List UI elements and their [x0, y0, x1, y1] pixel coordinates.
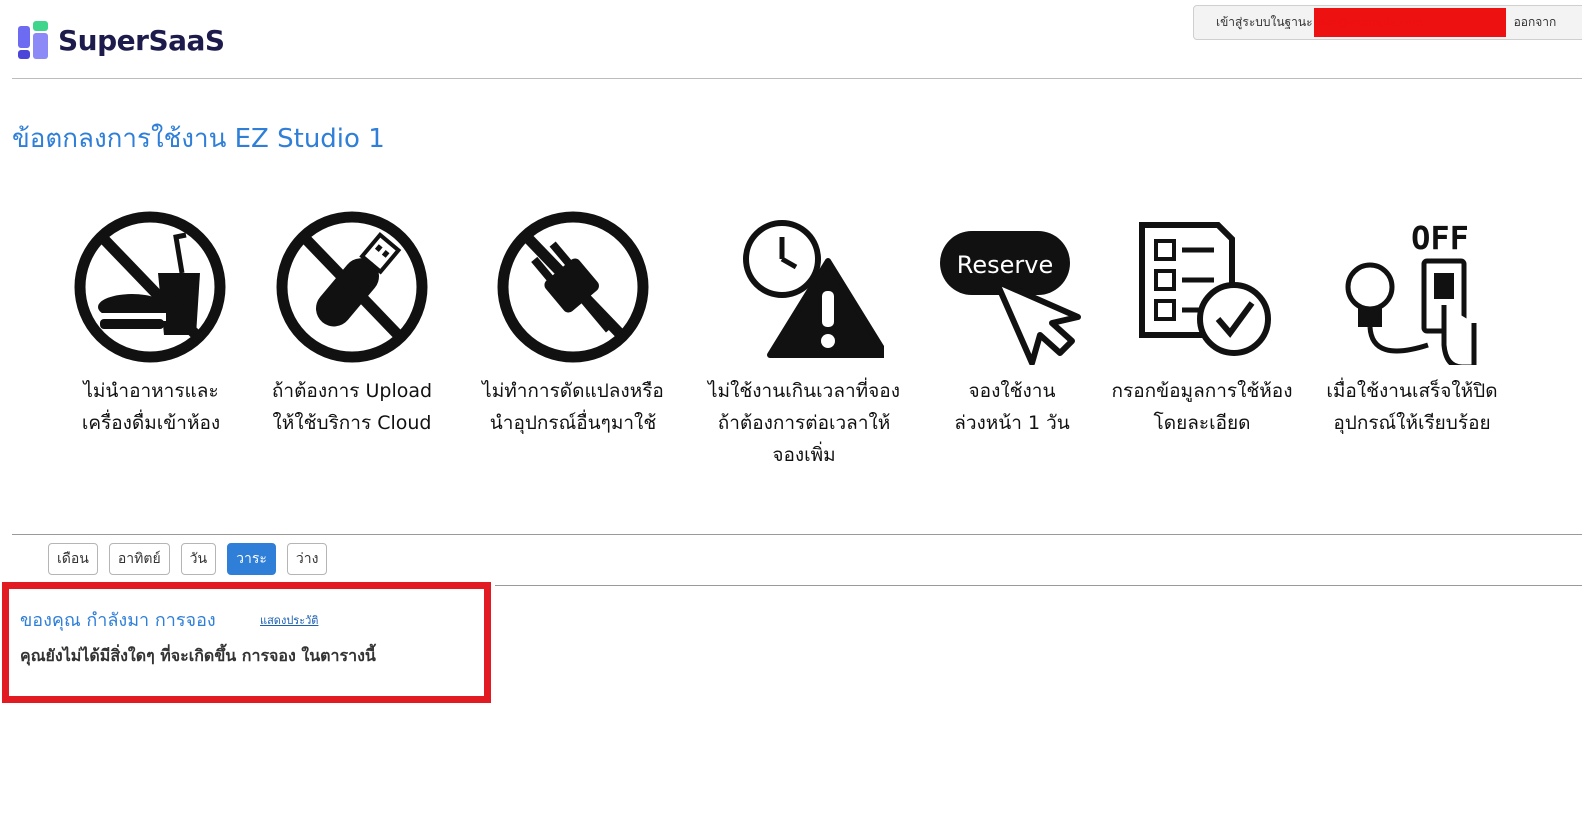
- rule-text-line: เครื่องดื่มเข้าห้อง: [81, 412, 221, 434]
- rule-text-line: ไม่ใช้งานเกินเวลาที่จอง: [708, 380, 900, 402]
- rule-no-food: ไม่นำอาหารและ เครื่องดื่มเข้าห้อง: [72, 195, 230, 439]
- brand-name: SuperSaaS: [58, 23, 225, 57]
- rule-text-line: ไม่ทำการดัดแปลงหรือ: [482, 380, 664, 402]
- rule-text-line: ล่วงหน้า 1 วัน: [954, 412, 1070, 434]
- section-divider: [12, 534, 1582, 535]
- show-history-link[interactable]: แสดงประวัติ: [260, 611, 318, 629]
- reserve-cursor-icon: Reserve: [940, 231, 1081, 365]
- rule-no-usb: ถ้าต้องการ Upload ให้ใช้บริการ Cloud: [264, 195, 440, 439]
- tab-available[interactable]: ว่าง: [286, 543, 328, 575]
- rule-text-line: จองเพิ่ม: [772, 444, 836, 466]
- rule-text-line: ถ้าต้องการ Upload: [271, 380, 433, 402]
- tab-day[interactable]: วัน: [180, 543, 217, 575]
- tab-agenda[interactable]: วาระ: [227, 543, 276, 575]
- no-usb-drive-icon: [276, 211, 428, 363]
- login-status-bar: เข้าสู่ระบบในฐานะ user@example.com ออกจา…: [1193, 5, 1582, 40]
- page-title: ข้อตกลงการใช้งาน EZ Studio 1: [12, 124, 385, 154]
- no-bookings-message: คุณยังไม่ได้มีสิ่งใดๆ ที่จะเกิดขึ้น การจ…: [20, 646, 376, 665]
- no-plug-icon: [497, 211, 649, 363]
- rule-text-line: ไม่นำอาหารและ: [83, 380, 219, 402]
- checklist-form-icon: [1139, 222, 1271, 356]
- rule-text-line: จองใช้งาน: [968, 380, 1056, 402]
- off-icon-label: OFF: [1411, 219, 1469, 257]
- upcoming-highlight-box: [2, 582, 491, 703]
- rule-text-line: เมื่อใช้งานเสร็จให้ปิด: [1326, 380, 1498, 402]
- rule-text-line: นำอุปกรณ์อื่นๆมาใช้: [489, 412, 657, 434]
- rule-no-plug: ไม่ทำการดัดแปลงหรือ นำอุปกรณ์อื่นๆมาใช้: [476, 195, 670, 439]
- rule-reserve: Reserve จองใช้งาน ล่วงหน้า 1 วัน: [932, 195, 1092, 439]
- view-tabs: เดือน อาทิตย์ วัน วาระ ว่าง: [48, 543, 338, 575]
- logo-mark-icon: [18, 20, 52, 60]
- clock-warning-icon: [743, 220, 884, 358]
- rule-text-line: อุปกรณ์ให้เรียบร้อย: [1333, 412, 1491, 434]
- logout-link[interactable]: ออกจาก: [1514, 13, 1557, 32]
- reserve-icon-label: Reserve: [957, 251, 1053, 279]
- rule-text-line: โดยละเอียด: [1153, 412, 1251, 434]
- rule-time-limit: ไม่ใช้งานเกินเวลาที่จอง ถ้าต้องการต่อเวล…: [698, 195, 910, 471]
- login-label: เข้าสู่ระบบในฐานะ: [1216, 15, 1313, 29]
- tab-month[interactable]: เดือน: [48, 543, 98, 575]
- login-username: user@example.com: [1313, 8, 1506, 37]
- tabs-divider: [495, 585, 1582, 586]
- tab-week[interactable]: อาทิตย์: [108, 543, 170, 575]
- no-food-drink-icon: [74, 211, 226, 363]
- upcoming-bookings-title: ของคุณ กำลังมา การจอง: [20, 610, 216, 631]
- rule-text-line: ถ้าต้องการต่อเวลาให้: [717, 412, 891, 434]
- header-divider: [12, 78, 1582, 79]
- rule-text-line: ให้ใช้บริการ Cloud: [272, 412, 432, 434]
- brand-logo[interactable]: SuperSaaS: [18, 20, 225, 60]
- bulb-switch-off-icon: OFF: [1345, 219, 1477, 365]
- rule-text-line: กรอกข้อมูลการใช้ห้อง: [1111, 380, 1293, 402]
- rule-turn-off: OFF เมื่อใช้งานเสร็จให้ปิด อุปกรณ์ให้เรี…: [1318, 195, 1506, 439]
- rule-fill-form: กรอกข้อมูลการใช้ห้อง โดยละเอียด: [1104, 195, 1300, 439]
